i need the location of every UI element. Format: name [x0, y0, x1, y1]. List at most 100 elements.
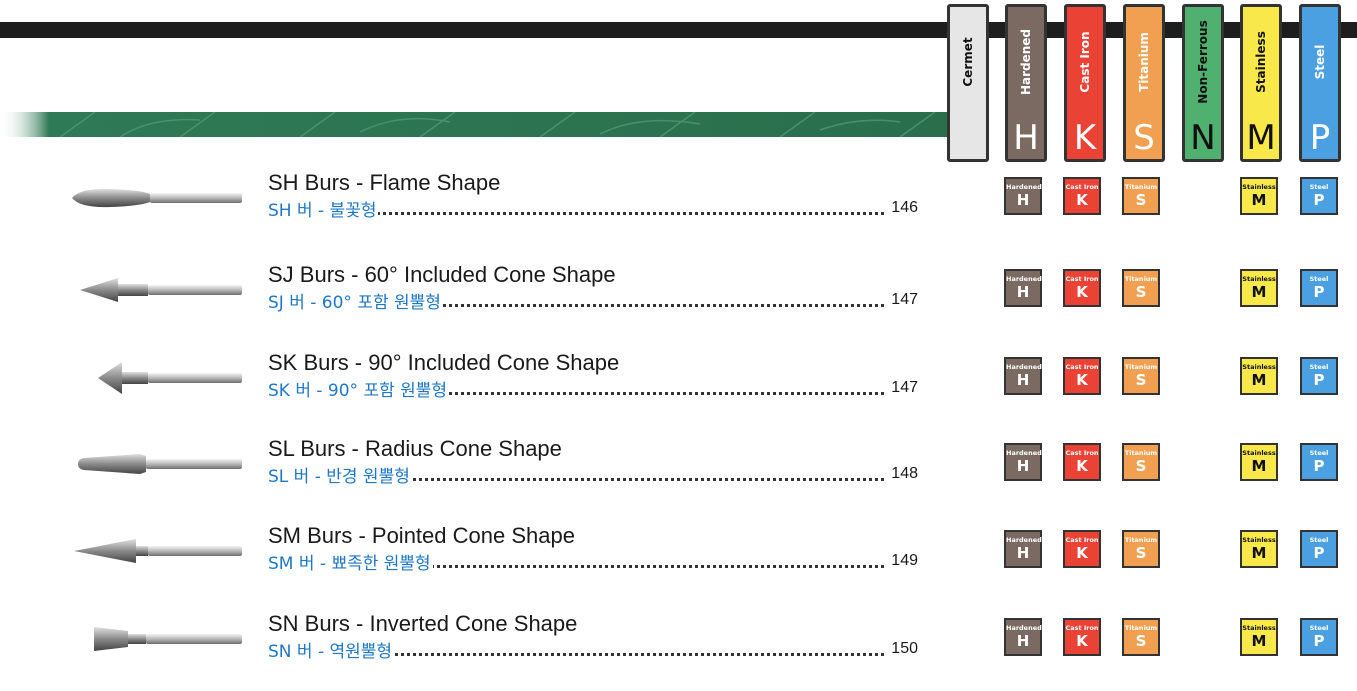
material-badge-castiron: Cast Iron K — [1063, 618, 1101, 656]
material-badge-label: Cast Iron — [1065, 624, 1099, 632]
material-badge-label: Stainless — [1242, 536, 1276, 544]
material-header-letter: N — [1190, 118, 1216, 158]
material-badge-label: Steel — [1309, 363, 1329, 371]
material-header-castiron: Cast Iron K — [1064, 4, 1106, 162]
material-badge-hardened: Hardened H — [1004, 357, 1042, 395]
material-header-nonferrous: Non-Ferrous N — [1182, 4, 1224, 162]
cone90-bur-image — [70, 356, 246, 404]
material-badge-letter: P — [1313, 457, 1325, 475]
product-title: SM Burs - Pointed Cone Shape — [268, 523, 575, 548]
material-header-label: Cast Iron — [1078, 31, 1092, 93]
material-badge-letter: M — [1251, 544, 1267, 562]
material-badge-letter: S — [1135, 371, 1147, 389]
page-number: 150 — [888, 640, 918, 658]
material-header-label: Hardened — [1019, 28, 1033, 96]
material-badge-label: Stainless — [1242, 363, 1276, 371]
material-badge-steel: Steel P — [1300, 443, 1338, 481]
material-badge-letter: S — [1135, 283, 1147, 301]
material-badge-hardened: Hardened H — [1004, 618, 1042, 656]
material-badge-letter: H — [1016, 191, 1030, 209]
material-header-letter: M — [1246, 118, 1276, 158]
product-korean-title: SH 버 - 불꽃형 — [268, 196, 379, 221]
product-korean-title: SN 버 - 역원뿔형 — [268, 637, 395, 662]
product-korean-line: SM 버 - 뾰족한 원뿔형 149 — [268, 549, 918, 574]
material-badge-letter: H — [1016, 457, 1030, 475]
material-badge-label: Titanium — [1124, 449, 1158, 457]
material-header-letter: S — [1133, 118, 1155, 158]
material-badge-stainless: Stainless M — [1240, 530, 1278, 568]
material-badge-letter: S — [1135, 544, 1147, 562]
material-badge-steel: Steel P — [1300, 357, 1338, 395]
radius-bur-image — [70, 442, 246, 490]
material-badge-label: Cast Iron — [1065, 183, 1099, 191]
material-badge-label: Titanium — [1124, 275, 1158, 283]
material-badge-castiron: Cast Iron K — [1063, 443, 1101, 481]
product-row: SK Burs - 90° Included Cone Shape SK 버 - … — [0, 350, 1357, 430]
material-badge-letter: H — [1016, 283, 1030, 301]
material-badge-hardened: Hardened H — [1004, 530, 1042, 568]
material-badge-steel: Steel P — [1300, 177, 1338, 215]
material-header-hardened: Hardened H — [1005, 4, 1047, 162]
product-korean-line: SK 버 - 90° 포함 원뿔형 147 — [268, 376, 918, 401]
product-korean-title: SK 버 - 90° 포함 원뿔형 — [268, 376, 450, 401]
material-header-label: Titanium — [1137, 32, 1151, 92]
material-header-label-wrap: Cermet — [950, 7, 986, 117]
material-badge-titanium: Titanium S — [1122, 269, 1160, 307]
material-badge-castiron: Cast Iron K — [1063, 269, 1101, 307]
material-badge-label: Steel — [1309, 275, 1329, 283]
material-header-label-wrap: Hardened — [1008, 7, 1044, 117]
material-badge-letter: M — [1251, 632, 1267, 650]
product-row: SJ Burs - 60° Included Cone Shape SJ 버 - … — [0, 262, 1357, 342]
material-header-label-wrap: Cast Iron — [1067, 7, 1103, 117]
product-korean-line: SH 버 - 불꽃형 146 — [268, 196, 918, 221]
material-badge-label: Hardened — [1006, 449, 1042, 457]
material-badge-label: Hardened — [1006, 624, 1042, 632]
material-badge-hardened: Hardened H — [1004, 443, 1042, 481]
material-badge-stainless: Stainless M — [1240, 269, 1278, 307]
page-number: 148 — [888, 465, 918, 483]
material-badge-letter: K — [1076, 191, 1088, 209]
material-badge-hardened: Hardened H — [1004, 269, 1042, 307]
material-badge-label: Cast Iron — [1065, 363, 1099, 371]
material-badge-stainless: Stainless M — [1240, 177, 1278, 215]
material-badge-letter: P — [1313, 632, 1325, 650]
material-badge-label: Cast Iron — [1065, 275, 1099, 283]
material-header-stainless: Stainless M — [1240, 4, 1282, 162]
product-row: SL Burs - Radius Cone Shape SL 버 - 반경 원뿔형… — [0, 436, 1357, 516]
material-header-label-wrap: Titanium — [1126, 7, 1162, 117]
material-badge-steel: Steel P — [1300, 530, 1338, 568]
material-badge-label: Steel — [1309, 449, 1329, 457]
material-badge-titanium: Titanium S — [1122, 177, 1160, 215]
material-badge-letter: P — [1313, 371, 1325, 389]
product-row: SH Burs - Flame Shape SH 버 - 불꽃형 146 Harden… — [0, 170, 1357, 250]
material-badge-label: Hardened — [1006, 183, 1042, 191]
material-badge-steel: Steel P — [1300, 269, 1338, 307]
material-header-label-wrap: Steel — [1302, 7, 1338, 117]
material-badge-label: Titanium — [1124, 624, 1158, 632]
product-korean-line: SJ 버 - 60° 포함 원뿔형 147 — [268, 288, 918, 313]
material-badge-label: Stainless — [1242, 183, 1276, 191]
material-badge-letter: K — [1076, 632, 1088, 650]
page-number: 147 — [888, 379, 918, 397]
product-title: SL Burs - Radius Cone Shape — [268, 436, 562, 461]
material-badge-letter: H — [1016, 544, 1030, 562]
page-number: 146 — [888, 199, 918, 217]
material-badge-label: Hardened — [1006, 275, 1042, 283]
product-korean-title: SM 버 - 뾰족한 원뿔형 — [268, 549, 433, 574]
material-badge-label: Cast Iron — [1065, 449, 1099, 457]
material-badge-letter: M — [1251, 283, 1267, 301]
material-badge-stainless: Stainless M — [1240, 357, 1278, 395]
material-badge-label: Stainless — [1242, 275, 1276, 283]
material-badge-titanium: Titanium S — [1122, 618, 1160, 656]
product-title: SH Burs - Flame Shape — [268, 170, 501, 195]
material-badge-titanium: Titanium S — [1122, 530, 1160, 568]
material-badge-stainless: Stainless M — [1240, 618, 1278, 656]
product-title: SN Burs - Inverted Cone Shape — [268, 611, 578, 636]
material-badge-letter: M — [1251, 371, 1267, 389]
material-badge-label: Steel — [1309, 624, 1329, 632]
material-badge-letter: M — [1251, 457, 1267, 475]
material-badge-letter: H — [1016, 371, 1030, 389]
material-badge-label: Stainless — [1242, 624, 1276, 632]
material-badge-castiron: Cast Iron K — [1063, 357, 1101, 395]
product-korean-title: SJ 버 - 60° 포함 원뿔형 — [268, 288, 443, 313]
